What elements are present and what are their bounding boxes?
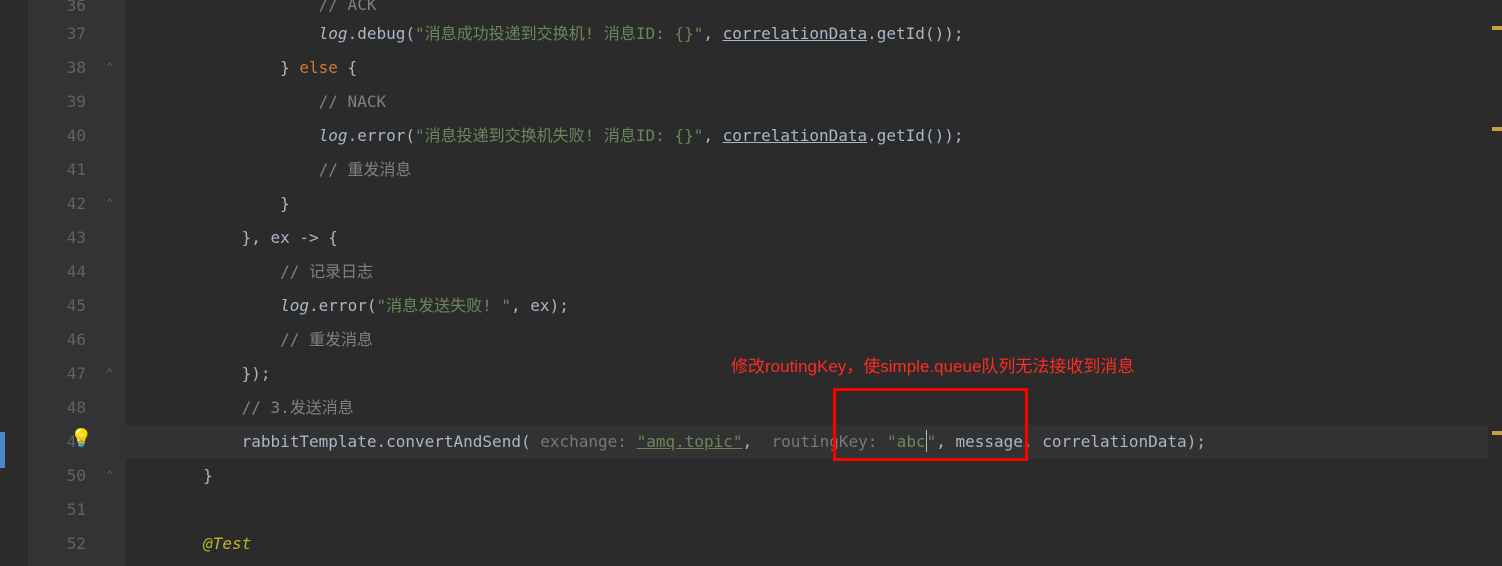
comment: // 重发消息 bbox=[280, 330, 373, 349]
line-number[interactable]: 37 bbox=[28, 17, 86, 51]
identifier: log bbox=[319, 24, 348, 43]
line-number[interactable]: 50 bbox=[28, 459, 86, 493]
fold-column[interactable]: ⌃ ⌃ ⌃ ⌃ bbox=[98, 0, 126, 566]
editor-scrollbar[interactable] bbox=[1488, 0, 1502, 566]
method-call: getId bbox=[877, 24, 925, 43]
warning-marker[interactable] bbox=[1492, 26, 1502, 30]
line-number[interactable]: 51 bbox=[28, 493, 86, 527]
argument: correlationData bbox=[1042, 432, 1187, 451]
code-line[interactable]: // 记录日志 bbox=[126, 255, 1502, 289]
line-number[interactable]: 48 bbox=[28, 391, 86, 425]
string-literal: "消息成功投递到交换机! 消息ID: {}" bbox=[415, 24, 703, 43]
code-line[interactable]: // 3.发送消息 bbox=[126, 391, 1502, 425]
string-literal: " bbox=[927, 432, 937, 451]
code-editor[interactable]: 36 37 38 39 40 41 42 43 44 45 46 47 48 4… bbox=[0, 0, 1502, 566]
identifier: log bbox=[319, 126, 348, 145]
line-number[interactable]: 45 bbox=[28, 289, 86, 323]
code-line[interactable]: }, ex -> { bbox=[126, 221, 1502, 255]
code-line[interactable]: } bbox=[126, 187, 1502, 221]
comment: // 重发消息 bbox=[319, 160, 412, 179]
code-line[interactable]: } bbox=[126, 459, 1502, 493]
annotation-text: 修改routingKey，使simple.queue队列无法接收到消息 bbox=[731, 352, 1134, 377]
method-call: debug bbox=[357, 24, 405, 43]
parameter-hint: routingKey: bbox=[771, 432, 877, 451]
line-number[interactable]: 47 bbox=[28, 357, 86, 391]
identifier: rabbitTemplate bbox=[242, 432, 377, 451]
variable: correlationData bbox=[723, 24, 868, 43]
argument: ex bbox=[530, 296, 549, 315]
method-call: error bbox=[319, 296, 367, 315]
line-number[interactable]: 43 bbox=[28, 221, 86, 255]
keyword: else bbox=[299, 58, 338, 77]
line-number[interactable]: 40 bbox=[28, 119, 86, 153]
annotation: @Test bbox=[203, 534, 251, 553]
code-line-current[interactable]: rabbitTemplate.convertAndSend( exchange:… bbox=[126, 425, 1502, 459]
identifier: log bbox=[280, 296, 309, 315]
string-literal: "amq.topic" bbox=[637, 432, 743, 451]
line-number[interactable]: 44 bbox=[28, 255, 86, 289]
line-number[interactable]: 39 bbox=[28, 85, 86, 119]
line-number[interactable]: 38 bbox=[28, 51, 86, 85]
line-number[interactable]: 42 bbox=[28, 187, 86, 221]
left-margin bbox=[0, 0, 28, 566]
code-line[interactable]: @Test bbox=[126, 527, 1502, 561]
code-line[interactable]: log.error("消息投递到交换机失败! 消息ID: {}", correl… bbox=[126, 119, 1502, 153]
line-number-gutter[interactable]: 36 37 38 39 40 41 42 43 44 45 46 47 48 4… bbox=[28, 0, 98, 566]
string-literal: "abc bbox=[887, 432, 926, 451]
warning-marker[interactable] bbox=[1492, 127, 1502, 131]
code-line[interactable]: // ACK bbox=[126, 0, 1502, 17]
code-content[interactable]: // ACK log.debug("消息成功投递到交换机! 消息ID: {}",… bbox=[126, 0, 1502, 566]
line-number[interactable]: 52 bbox=[28, 527, 86, 561]
string-literal: "消息投递到交换机失败! 消息ID: {}" bbox=[415, 126, 703, 145]
method-call: convertAndSend bbox=[386, 432, 521, 451]
line-number[interactable]: 46 bbox=[28, 323, 86, 357]
fold-close-icon[interactable]: ⌃ bbox=[106, 197, 118, 209]
code-line[interactable]: log.error("消息发送失败! ", ex); bbox=[126, 289, 1502, 323]
comment: // ACK bbox=[319, 0, 377, 14]
variable: correlationData bbox=[723, 126, 868, 145]
code-line[interactable]: log.debug("消息成功投递到交换机! 消息ID: {}", correl… bbox=[126, 17, 1502, 51]
method-call: error bbox=[357, 126, 405, 145]
code-line[interactable]: } else { bbox=[126, 51, 1502, 85]
line-number[interactable]: 36 bbox=[28, 0, 86, 17]
comment: // 3.发送消息 bbox=[242, 398, 354, 417]
comment: // 记录日志 bbox=[280, 262, 373, 281]
warning-marker[interactable] bbox=[1492, 431, 1502, 435]
code-line[interactable]: // 重发消息 bbox=[126, 153, 1502, 187]
lambda: ex -> bbox=[271, 228, 319, 247]
fold-close-icon[interactable]: ⌃ bbox=[106, 469, 118, 481]
fold-close-icon[interactable]: ⌃ bbox=[106, 367, 118, 379]
change-marker bbox=[0, 432, 5, 468]
argument: message bbox=[955, 432, 1022, 451]
method-call: getId bbox=[877, 126, 925, 145]
fold-close-icon[interactable]: ⌃ bbox=[106, 61, 118, 73]
code-line[interactable]: // NACK bbox=[126, 85, 1502, 119]
lightbulb-icon[interactable]: 💡 bbox=[70, 430, 88, 448]
code-line[interactable] bbox=[126, 493, 1502, 527]
parameter-hint: exchange: bbox=[540, 432, 627, 451]
comment: // NACK bbox=[319, 92, 386, 111]
line-number[interactable]: 41 bbox=[28, 153, 86, 187]
string-literal: "消息发送失败! " bbox=[376, 296, 511, 315]
